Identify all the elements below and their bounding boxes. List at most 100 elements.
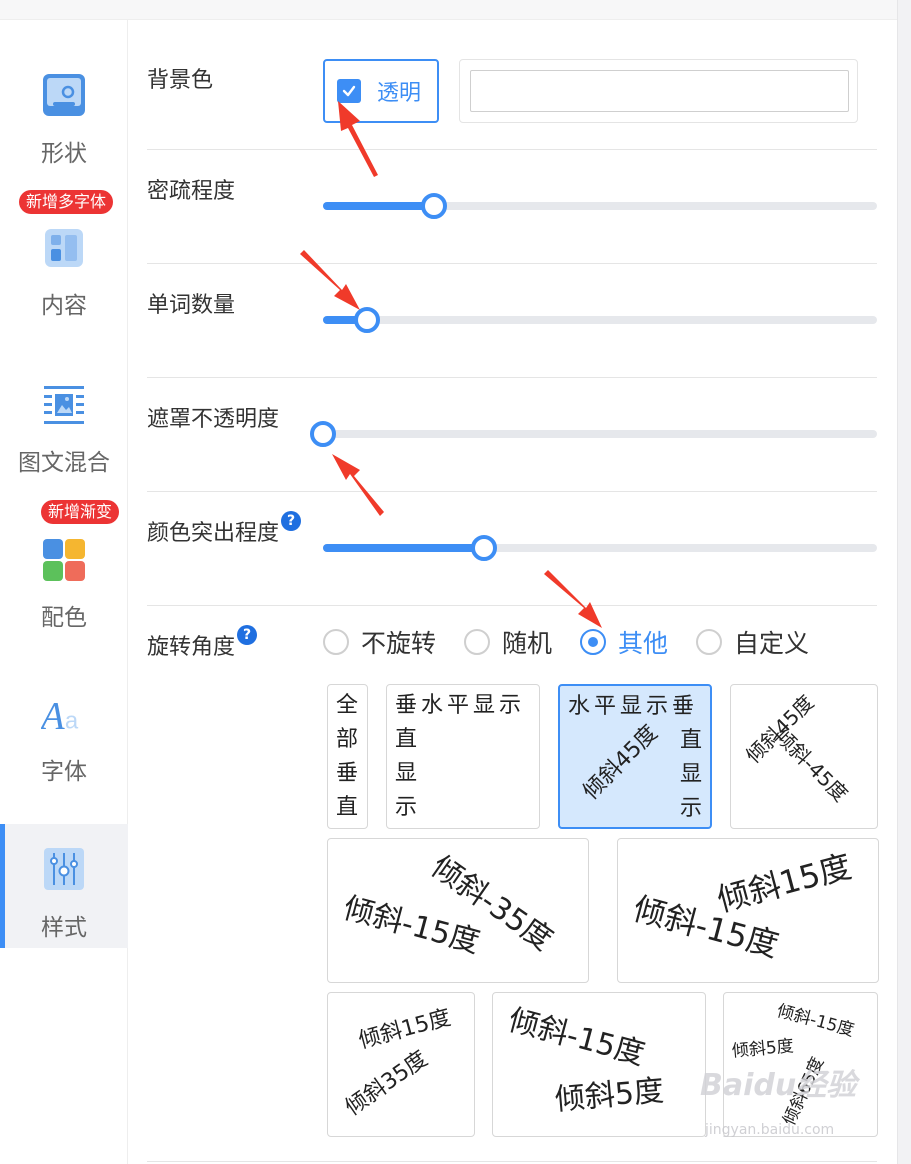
sidebar-item-label: 样式 [41,915,87,941]
transparent-label: 透明 [377,81,422,106]
sidebar-item-label: 字体 [41,759,87,785]
radio-random[interactable]: 随机 [464,624,552,660]
rotation-preset-15[interactable]: 倾斜15度 倾斜-15度 [617,838,879,983]
watermark: Baidu经验 [700,1068,857,1103]
sidebar-item-style[interactable]: 样式 [0,824,128,948]
radio-label: 自定义 [734,629,810,658]
preset-word: 显 [680,762,703,787]
svg-text:A: A [41,696,65,736]
annotation-arrow-icon [300,250,360,310]
rotation-preset-minus15-5[interactable]: 倾斜-15度 倾斜5度 [492,992,706,1137]
preset-word: 倾斜5度 [553,1073,666,1118]
rotation-preset-45[interactable]: 倾斜45度 倾斜-45度 [730,684,878,829]
mask-opacity-label: 遮罩不透明度 [147,407,280,432]
rotation-text: 旋转角度 [147,635,236,660]
watermark-sub: jingyan.baidu.com [705,1122,835,1138]
rotation-radio-group: 不旋转 随机 其他 自定义 [323,624,837,660]
sidebar-item-mixed[interactable]: 图文混合 [0,351,128,476]
sidebar-item-font[interactable]: A a 字体 [0,660,128,785]
scrollbar-track[interactable] [897,0,911,1164]
divider [147,1161,877,1162]
radio-icon [580,629,607,655]
preset-word: 倾斜-15度 [774,1001,857,1041]
radio-label: 其他 [618,629,669,658]
slider-handle[interactable] [420,193,447,219]
transparent-checkbox[interactable]: 透明 [323,59,439,123]
rotation-preset-15-35[interactable]: 倾斜15度 倾斜35度 [327,992,475,1137]
divider [147,263,877,264]
preset-word: 倾斜15度 [713,846,856,920]
color-input[interactable] [470,70,849,112]
image-text-icon [41,383,87,427]
divider [147,605,877,606]
preset-word: 倾斜15度 [356,1005,454,1054]
content-icon [41,226,87,270]
sidebar-item-label: 内容 [41,293,87,319]
background-label: 背景色 [147,68,214,93]
preset-word: 倾斜-45度 [770,723,853,807]
preset-word: 倾斜35度 [341,1046,433,1121]
mask-opacity-slider[interactable] [310,421,877,447]
preset-word: 直 [395,727,418,752]
preset-word: 显 [395,761,418,786]
preset-word: 直 [680,728,703,753]
new-badge: 新增多字体 [19,190,114,214]
word-count-slider[interactable] [323,307,877,333]
radio-icon [464,629,491,655]
color-emphasis-text: 颜色突出程度 [147,521,280,546]
slider-handle[interactable] [310,421,336,447]
radio-icon [696,629,723,655]
density-label: 密疏程度 [147,179,236,204]
word-count-label: 单词数量 [147,293,236,318]
sidebar-item-label: 配色 [41,605,87,631]
rotation-preset-minus35[interactable]: 倾斜-35度 倾斜-15度 [327,838,589,983]
color-emphasis-label: 颜色突出程度? [147,511,302,547]
preset-word: 倾斜-15度 [504,1002,649,1073]
divider [147,149,877,150]
sidebar-item-label: 图文混合 [18,450,110,476]
annotation-arrow-icon [332,454,384,516]
slider-handle[interactable] [354,307,381,333]
preset-word: 垂水平显示 [395,693,526,718]
slider-fill [323,544,484,552]
check-icon [337,79,361,103]
top-bar [0,0,897,20]
rotation-label: 旋转角度? [147,625,258,661]
preset-word: 垂 [336,761,359,786]
sidebar-item-content[interactable]: 内容 [0,196,128,320]
density-slider[interactable] [323,193,877,219]
radio-custom[interactable]: 自定义 [696,624,809,660]
slider-fill [323,202,434,210]
font-icon: A a [41,692,87,736]
radio-label: 随机 [502,629,553,658]
rotation-preset-all-vertical[interactable]: 全 部 垂 直 [327,684,368,829]
style-icon [41,846,87,892]
rotation-preset-selected[interactable]: 水平显示垂 倾斜45度 直 显 示 [558,684,712,829]
svg-text:a: a [65,708,79,735]
palette-icon [41,538,87,582]
color-emphasis-slider[interactable] [323,535,877,561]
color-picker [459,59,858,123]
shape-icon [41,72,87,118]
radio-icon [323,629,349,655]
radio-other[interactable]: 其他 [580,624,668,660]
help-icon[interactable]: ? [281,511,302,531]
new-badge: 新增渐变 [41,500,120,524]
radio-label: 不旋转 [361,629,437,658]
preset-word: 倾斜45度 [578,720,663,805]
preset-word: 示 [680,796,703,821]
divider [147,491,877,492]
preset-word: 部 [336,727,359,752]
sidebar-item-colors[interactable]: 配色 [0,506,128,631]
sidebar-item-shape[interactable]: 形状 [0,40,128,167]
sidebar: 形状 内容 新增多字体 图文混合 配色 新增渐变 A a 字体 样式 [0,20,128,1164]
rotation-preset-horizontal-vertical[interactable]: 垂水平显示 直 显 示 [386,684,540,829]
divider [147,377,877,378]
help-icon[interactable]: ? [237,625,258,645]
preset-word: 直 [336,795,359,820]
radio-no-rotation[interactable]: 不旋转 [323,624,436,660]
slider-handle[interactable] [470,535,497,561]
preset-word: 示 [395,795,418,820]
preset-word: 倾斜5度 [731,1036,795,1062]
sidebar-item-label: 形状 [41,141,87,167]
